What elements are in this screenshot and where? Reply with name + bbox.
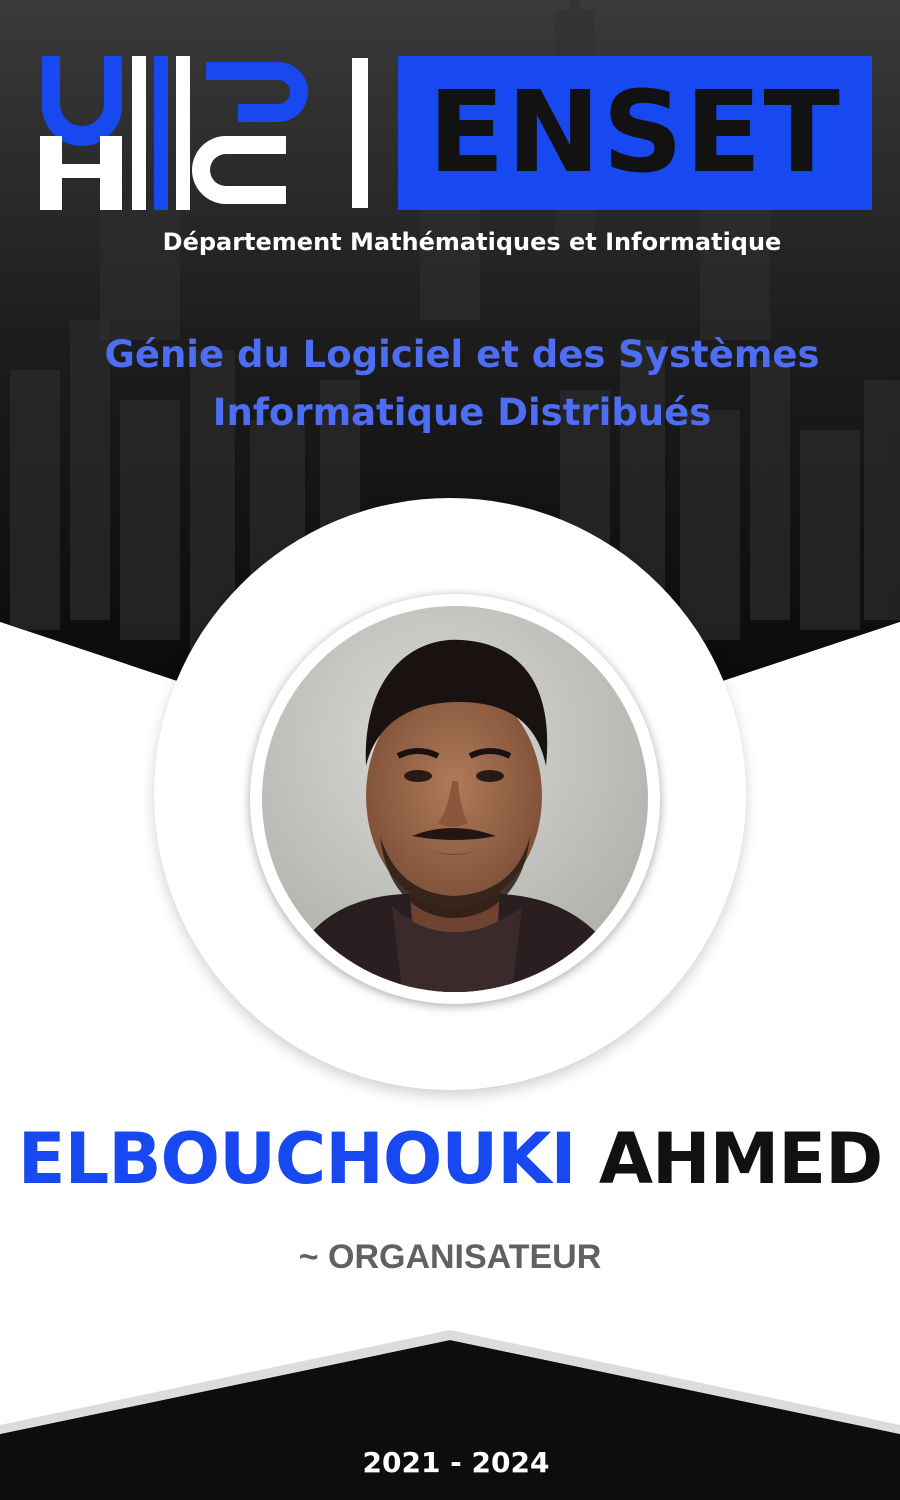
department-title: Département Mathématiques et Informatiqu… [162, 228, 782, 256]
role-label: ~ ORGANISATEUR [298, 1238, 602, 1276]
enset-logo: ENSET [398, 56, 872, 210]
program-title-line1: Génie du Logiciel et des Systèmes [104, 333, 820, 376]
person-name: ELBOUCHOUKI AHMED [0, 1118, 900, 1200]
enset-logo-text: ENSET [428, 68, 842, 198]
program-title-line2: Informatique Distribués [212, 391, 712, 434]
last-name: ELBOUCHOUKI [17, 1118, 577, 1200]
logo-divider [352, 58, 368, 208]
uh2c-logo-icon [40, 56, 308, 210]
badge-card: ENSET Département Mathématiques et Infor… [0, 0, 900, 1500]
years-label: 2021 - 2024 [362, 1446, 550, 1479]
profile-photo [262, 606, 648, 992]
program-title: Génie du Logiciel et des Systèmes Inform… [0, 326, 900, 442]
first-name: AHMED [598, 1118, 883, 1200]
